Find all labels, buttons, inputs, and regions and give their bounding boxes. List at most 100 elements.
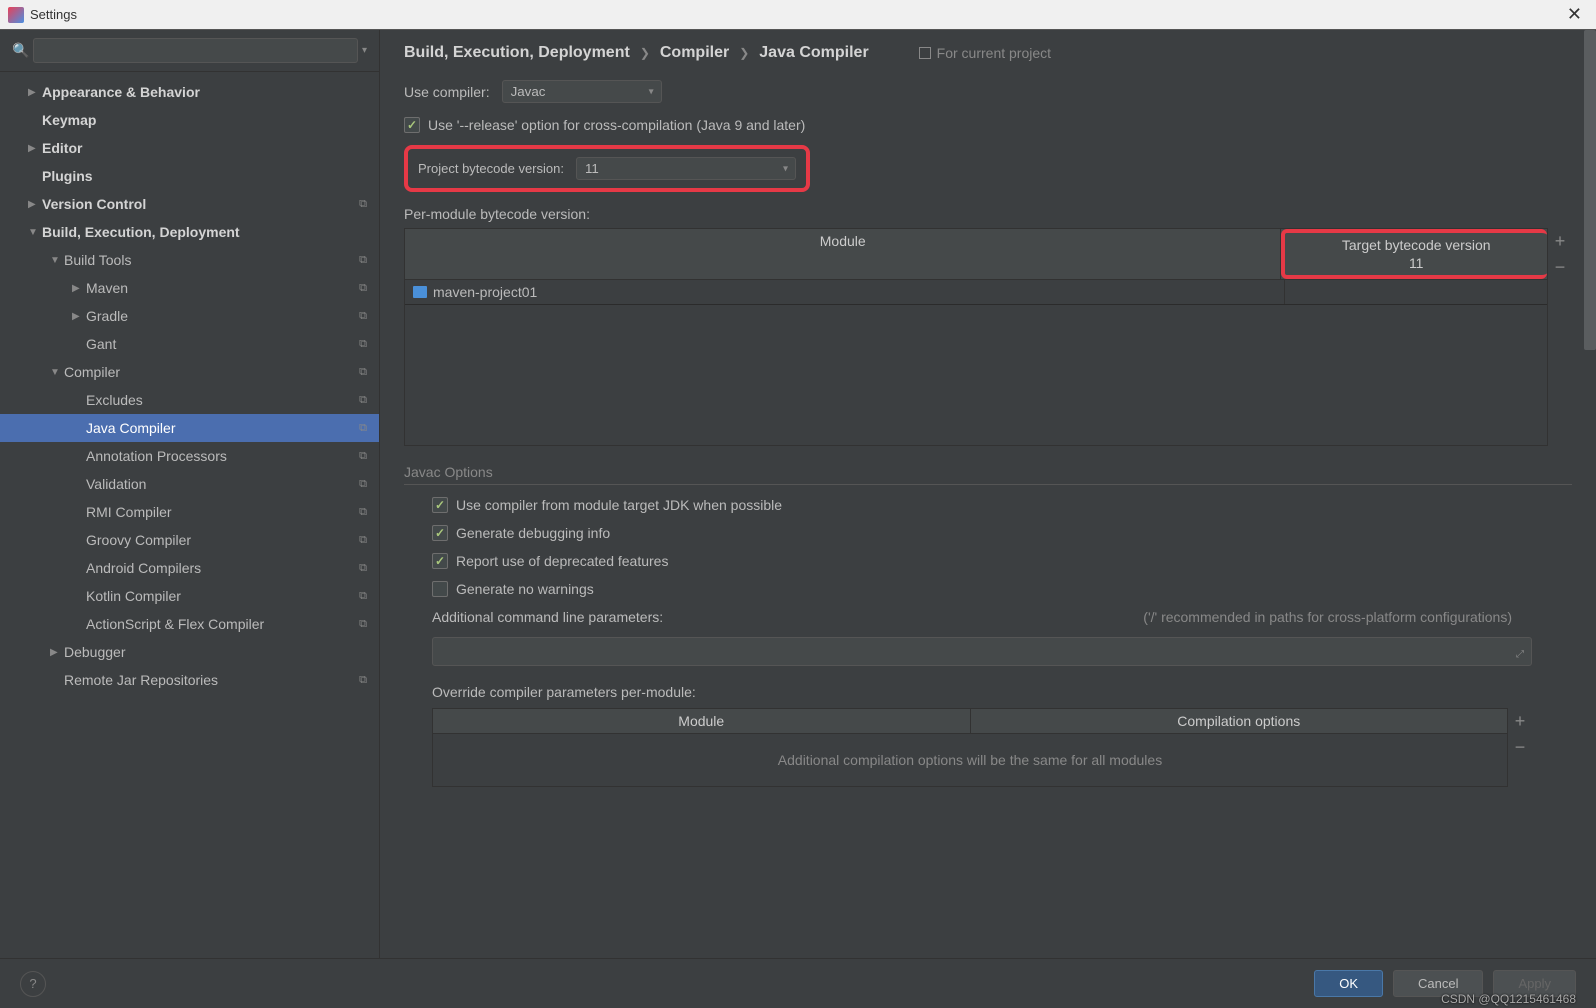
tree-item-label: RMI Compiler — [86, 504, 359, 520]
tree-item-label: Editor — [42, 140, 367, 156]
module-cell: maven-project01 — [405, 280, 1285, 304]
tree-item-compiler[interactable]: ▼Compiler⧉ — [0, 358, 379, 386]
settings-tree: ▶Appearance & BehaviorKeymap▶EditorPlugi… — [0, 72, 379, 958]
tree-item-maven[interactable]: ▶Maven⧉ — [0, 274, 379, 302]
tree-item-appearance-behavior[interactable]: ▶Appearance & Behavior — [0, 78, 379, 106]
tree-item-groovy-compiler[interactable]: Groovy Compiler⧉ — [0, 526, 379, 554]
tree-item-editor[interactable]: ▶Editor — [0, 134, 379, 162]
override-table-header: Module Compilation options — [433, 709, 1507, 734]
opt-deprecated-checkbox[interactable] — [432, 553, 448, 569]
copy-icon: ⧉ — [359, 254, 367, 267]
tree-item-keymap[interactable]: Keymap — [0, 106, 379, 134]
additional-params-label: Additional command line parameters: — [432, 609, 663, 625]
opt-debug-row[interactable]: Generate debugging info — [404, 525, 1572, 541]
table-row[interactable]: maven-project01 — [405, 280, 1547, 305]
tree-arrow-icon[interactable]: ▶ — [28, 199, 42, 210]
ok-button[interactable]: OK — [1314, 970, 1383, 997]
copy-icon: ⧉ — [359, 590, 367, 603]
copy-icon: ⧉ — [359, 478, 367, 491]
tree-item-plugins[interactable]: Plugins — [0, 162, 379, 190]
tree-item-version-control[interactable]: ▶Version Control⧉ — [0, 190, 379, 218]
scrollbar[interactable] — [1584, 30, 1596, 958]
tree-item-gant[interactable]: Gant⧉ — [0, 330, 379, 358]
tree-item-kotlin-compiler[interactable]: Kotlin Compiler⧉ — [0, 582, 379, 610]
override-table: Module Compilation options Additional co… — [432, 708, 1508, 787]
copy-icon: ⧉ — [359, 282, 367, 295]
tree-item-excludes[interactable]: Excludes⧉ — [0, 386, 379, 414]
tree-item-debugger[interactable]: ▶Debugger — [0, 638, 379, 666]
use-compiler-select[interactable]: Javac — [502, 80, 662, 103]
tree-arrow-icon[interactable]: ▼ — [50, 255, 64, 266]
release-option-row[interactable]: Use '--release' option for cross-compila… — [404, 117, 1572, 133]
module-table: Module Target bytecode version 11 maven-… — [404, 228, 1548, 446]
project-scope-badge: For current project — [919, 45, 1051, 61]
tree-item-remote-jar-repositories[interactable]: Remote Jar Repositories⧉ — [0, 666, 379, 694]
tree-item-build-execution-deployment[interactable]: ▼Build, Execution, Deployment — [0, 218, 379, 246]
tree-item-rmi-compiler[interactable]: RMI Compiler⧉ — [0, 498, 379, 526]
tree-item-label: Validation — [86, 476, 359, 492]
module-table-buttons: + − — [1548, 228, 1572, 446]
search-dropdown-icon[interactable]: ▾ — [362, 45, 367, 56]
tree-item-validation[interactable]: Validation⧉ — [0, 470, 379, 498]
tree-arrow-icon[interactable]: ▶ — [72, 311, 86, 322]
release-option-checkbox[interactable] — [404, 117, 420, 133]
tree-arrow-icon[interactable]: ▶ — [50, 647, 64, 658]
tree-arrow-icon[interactable]: ▼ — [28, 227, 42, 238]
opt-target-jdk-row[interactable]: Use compiler from module target JDK when… — [404, 497, 1572, 513]
search-box: 🔍 ▾ — [0, 30, 379, 72]
use-compiler-row: Use compiler: Javac — [404, 80, 1572, 103]
opt-debug-label: Generate debugging info — [456, 525, 610, 541]
opt-deprecated-row[interactable]: Report use of deprecated features — [404, 553, 1572, 569]
copy-icon: ⧉ — [359, 562, 367, 575]
opt-nowarn-checkbox[interactable] — [432, 581, 448, 597]
scrollbar-thumb[interactable] — [1584, 30, 1596, 350]
tree-item-android-compilers[interactable]: Android Compilers⧉ — [0, 554, 379, 582]
tree-item-label: Plugins — [42, 168, 367, 184]
tree-item-label: Maven — [86, 280, 359, 296]
tree-arrow-icon[interactable]: ▶ — [28, 143, 42, 154]
add-override-button[interactable]: + — [1508, 708, 1532, 734]
target-version-value[interactable]: 11 — [1293, 255, 1539, 271]
close-icon[interactable]: ✕ — [1561, 4, 1588, 25]
tree-item-label: Gradle — [86, 308, 359, 324]
tree-item-label: Compiler — [64, 364, 359, 380]
expand-icon[interactable]: ⤢ — [1516, 649, 1524, 660]
remove-module-button[interactable]: − — [1548, 254, 1572, 280]
project-bytecode-highlight: Project bytecode version: 11 — [404, 145, 810, 192]
project-bytecode-label: Project bytecode version: — [418, 161, 564, 176]
chevron-right-icon: ❯ — [739, 46, 749, 60]
breadcrumb-item[interactable]: Compiler — [660, 44, 729, 62]
override-table-buttons: + − — [1508, 708, 1532, 787]
add-module-button[interactable]: + — [1548, 228, 1572, 254]
breadcrumb-item[interactable]: Build, Execution, Deployment — [404, 44, 630, 62]
project-bytecode-select[interactable]: 11 — [576, 157, 796, 180]
tree-arrow-icon[interactable]: ▶ — [72, 283, 86, 294]
opt-target-jdk-checkbox[interactable] — [432, 497, 448, 513]
copy-icon: ⧉ — [359, 366, 367, 379]
javac-options-section: Javac Options — [404, 464, 1572, 485]
copy-icon: ⧉ — [359, 198, 367, 211]
copy-icon: ⧉ — [359, 534, 367, 547]
tree-item-java-compiler[interactable]: Java Compiler⧉ — [0, 414, 379, 442]
additional-params-input[interactable] — [432, 637, 1532, 666]
tree-item-actionscript-flex-compiler[interactable]: ActionScript & Flex Compiler⧉ — [0, 610, 379, 638]
project-bytecode-select-wrap: 11 — [576, 157, 796, 180]
tree-arrow-icon[interactable]: ▶ — [28, 87, 42, 98]
override-placeholder: Additional compilation options will be t… — [433, 734, 1507, 786]
tree-item-label: Keymap — [42, 112, 367, 128]
copy-icon: ⧉ — [359, 422, 367, 435]
copy-icon: ⧉ — [359, 394, 367, 407]
opt-deprecated-label: Report use of deprecated features — [456, 553, 668, 569]
tree-item-build-tools[interactable]: ▼Build Tools⧉ — [0, 246, 379, 274]
tree-item-label: Java Compiler — [86, 420, 359, 436]
opt-debug-checkbox[interactable] — [432, 525, 448, 541]
per-module-section: Per-module bytecode version: Module Targ… — [404, 206, 1572, 446]
module-header: Module — [405, 229, 1281, 279]
search-input[interactable] — [33, 38, 358, 63]
opt-nowarn-row[interactable]: Generate no warnings — [404, 581, 1572, 597]
help-button[interactable]: ? — [20, 971, 46, 997]
tree-item-annotation-processors[interactable]: Annotation Processors⧉ — [0, 442, 379, 470]
tree-arrow-icon[interactable]: ▼ — [50, 367, 64, 378]
tree-item-gradle[interactable]: ▶Gradle⧉ — [0, 302, 379, 330]
remove-override-button[interactable]: − — [1508, 734, 1532, 760]
